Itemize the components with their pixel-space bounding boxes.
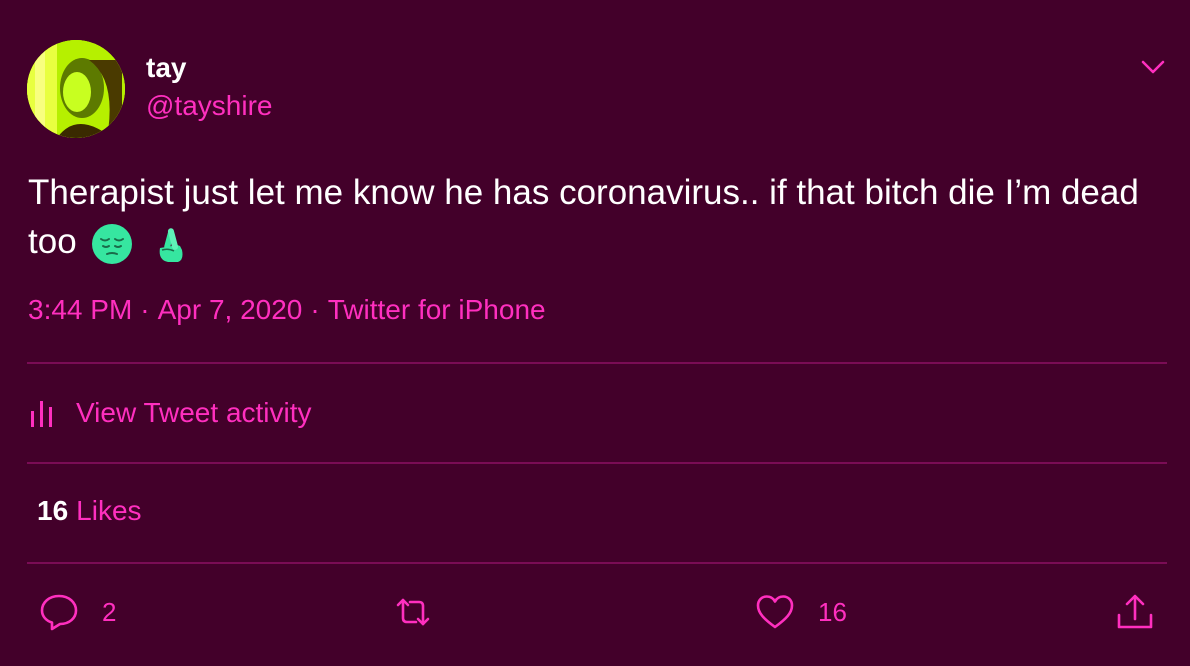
share-icon [1117,594,1153,629]
tweet-text-content: Therapist just let me know he has corona… [28,173,1139,261]
avatar-image [27,40,125,138]
author-name[interactable]: tay [146,52,186,84]
share-button[interactable] [1114,590,1156,634]
like-count: 16 [818,596,847,627]
tweet-date[interactable]: Apr 7, 2020 [158,294,303,325]
avatar[interactable] [27,40,125,138]
likes-count: 16 [37,495,69,526]
divider [27,462,1167,464]
divider [27,362,1167,364]
retweet-icon [396,598,430,626]
pensive-face-icon [92,223,133,264]
tweet-meta: 3:44 PM · Apr 7, 2020 · Twitter for iPhone [28,294,546,326]
meta-separator: · [310,294,320,325]
heart-icon [756,595,794,629]
tweet-time[interactable]: 3:44 PM [28,294,132,325]
tweet-source[interactable]: Twitter for iPhone [328,294,546,325]
reply-icon [40,594,78,631]
bar-chart-icon [31,401,52,427]
chevron-down-icon[interactable] [1138,52,1168,82]
crossed-fingers-icon [159,228,183,262]
activity-label: View Tweet activity [76,397,312,428]
author-handle[interactable]: @tayshire [146,90,272,122]
tweet-text: Therapist just let me know he has corona… [28,168,1168,266]
reply-count: 2 [102,596,117,627]
meta-separator: · [140,294,150,325]
likes-summary[interactable]: 16 Likes [37,495,142,527]
divider [27,562,1167,564]
reply-button[interactable]: 2 [38,590,116,634]
tweet-card: tay @tayshire Therapist just let me know… [0,0,1190,666]
like-button[interactable]: 16 [754,590,847,634]
retweet-button[interactable] [392,590,434,634]
likes-label: Likes [76,495,142,526]
view-tweet-activity-link[interactable]: View Tweet activity [28,393,312,433]
